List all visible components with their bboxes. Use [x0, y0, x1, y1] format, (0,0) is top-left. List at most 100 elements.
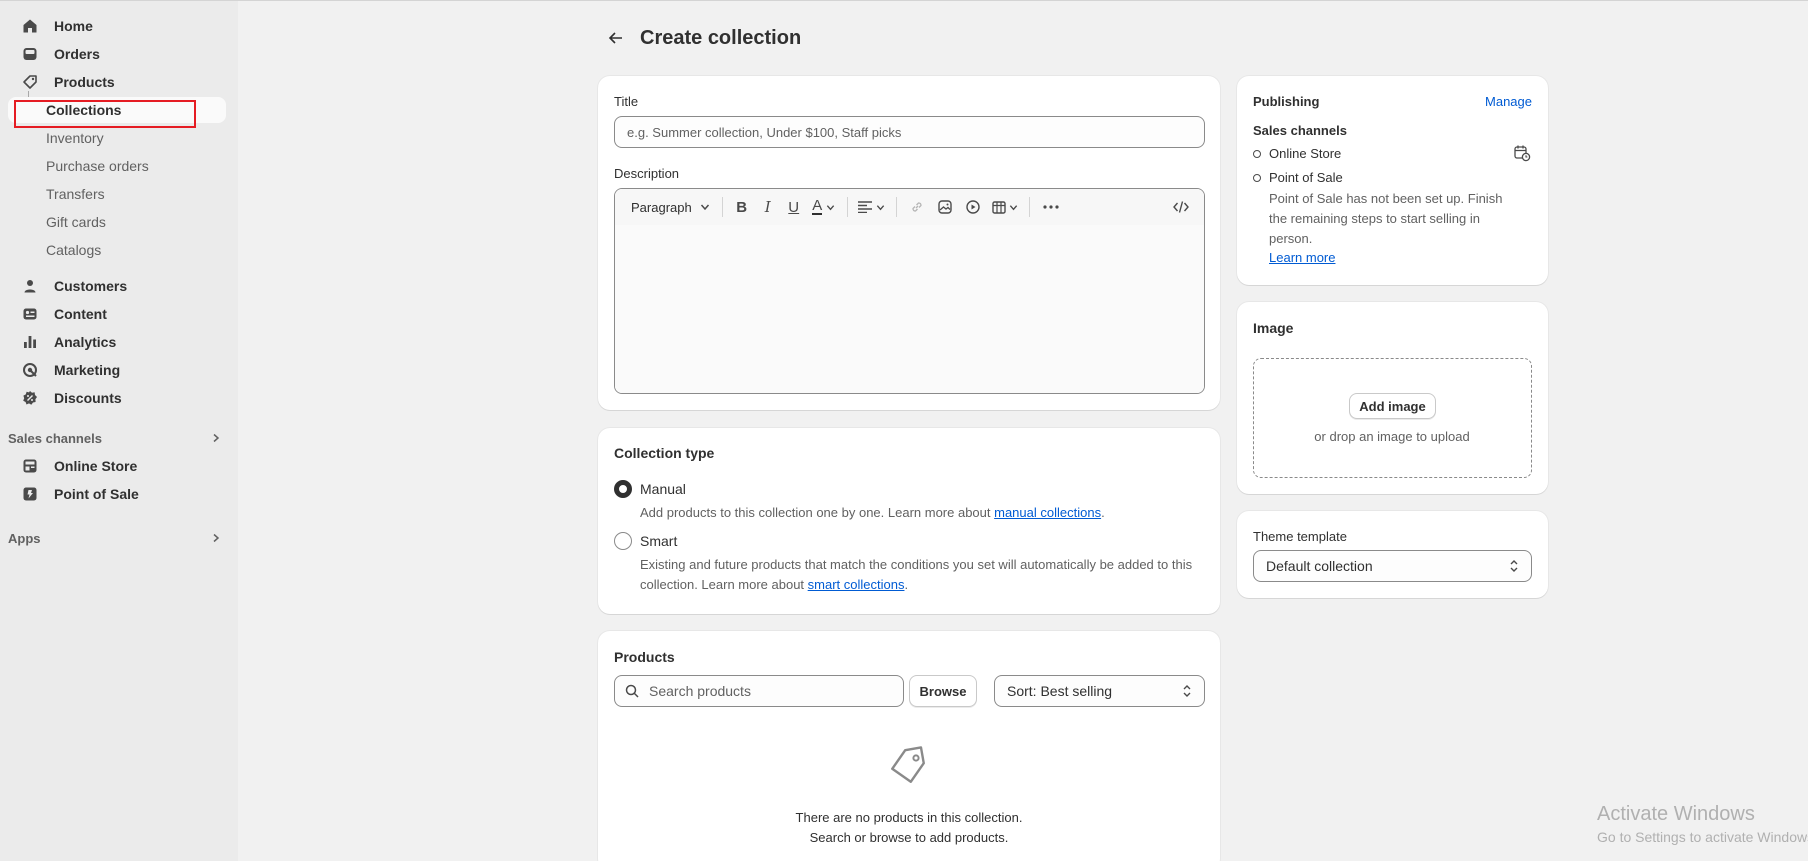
image-card: Image Add image or drop an image to uplo…: [1237, 302, 1548, 494]
manual-help-period: .: [1101, 505, 1105, 520]
underline-icon[interactable]: U: [781, 194, 807, 220]
theme-template-label: Theme template: [1253, 529, 1347, 544]
sidebar-item-orders[interactable]: Orders: [8, 41, 226, 67]
toolbar-separator: [1028, 197, 1030, 217]
empty-state-line-2: Search or browse to add products.: [809, 830, 1009, 845]
channel-status-dot: [1253, 150, 1261, 158]
sidebar-item-label: Products: [54, 74, 115, 90]
sales-channels-label: Sales channels: [1253, 123, 1347, 138]
sidebar-item-inventory[interactable]: Inventory: [8, 125, 226, 151]
inbox-icon: [20, 44, 40, 64]
format-select-value: Paragraph: [631, 199, 692, 215]
manual-help-text: Add products to this collection one by o…: [640, 505, 995, 520]
sales-channels-header[interactable]: Sales channels: [8, 427, 226, 449]
smart-label: Smart: [640, 533, 678, 549]
chart-icon: [20, 332, 40, 352]
sidebar-item-discounts[interactable]: Discounts: [8, 385, 226, 411]
sidebar-item-label: Customers: [54, 278, 128, 294]
channel-point-of-sale: Point of Sale: [1269, 170, 1343, 185]
content-icon: [20, 304, 40, 324]
link-icon[interactable]: [903, 194, 931, 220]
theme-template-card: Theme template Default collection: [1237, 511, 1548, 598]
italic-icon[interactable]: I: [755, 194, 781, 220]
manual-radio[interactable]: [614, 480, 632, 498]
image-icon[interactable]: [931, 194, 959, 220]
sidebar-item-label: Content: [54, 306, 107, 322]
editor-body[interactable]: [615, 225, 1204, 393]
sidebar-item-content[interactable]: Content: [8, 301, 226, 327]
target-icon: [20, 360, 40, 380]
sidebar: Home Orders Products Collections Invento…: [0, 1, 238, 861]
smart-radio[interactable]: [614, 532, 632, 550]
home-icon: [20, 16, 40, 36]
drop-image-text: or drop an image to upload: [1314, 429, 1470, 444]
section-label: Sales channels: [8, 430, 102, 446]
sidebar-item-label: Discounts: [54, 390, 122, 406]
description-editor: Paragraph B I U A: [614, 188, 1205, 394]
toolbar-separator: [895, 197, 897, 217]
align-icon[interactable]: [854, 194, 890, 220]
sidebar-item-marketing[interactable]: Marketing: [8, 357, 226, 383]
collection-type-heading: Collection type: [614, 445, 715, 461]
smart-collections-link[interactable]: smart collections: [808, 577, 905, 592]
smart-help-text: collection. Learn more about: [640, 577, 808, 592]
search-products-input[interactable]: Search products: [614, 675, 904, 707]
products-card: Products Search products Browse Sort: Be…: [598, 631, 1220, 861]
learn-more-link[interactable]: Learn more: [1269, 250, 1335, 265]
sidebar-item-point-of-sale[interactable]: Point of Sale: [8, 481, 226, 507]
apps-header[interactable]: Apps: [8, 527, 226, 549]
sidebar-item-label: Home: [54, 18, 93, 34]
title-label: Title: [614, 94, 639, 109]
more-options-icon[interactable]: [1036, 194, 1066, 220]
sidebar-item-purchase-orders[interactable]: Purchase orders: [8, 153, 226, 179]
format-select[interactable]: Paragraph: [631, 194, 716, 220]
sidebar-item-label: Analytics: [54, 334, 117, 350]
smart-help-line-1: Existing and future products that match …: [640, 557, 1193, 572]
image-dropzone[interactable]: Add image or drop an image to upload: [1253, 358, 1532, 478]
bold-icon[interactable]: B: [729, 194, 755, 220]
manual-label: Manual: [640, 481, 686, 497]
pos-note-line-3: person.: [1269, 231, 1313, 246]
sidebar-item-online-store[interactable]: Online Store: [8, 453, 226, 479]
video-icon[interactable]: [959, 194, 987, 220]
sidebar-item-gift-cards[interactable]: Gift cards: [8, 209, 226, 235]
back-arrow-icon[interactable]: [602, 24, 630, 52]
page-title: Create collection: [640, 26, 802, 49]
chevron-down-icon: [700, 204, 709, 211]
description-label: Description: [614, 166, 680, 181]
smart-help-line-2: collection. Learn more about smart colle…: [640, 575, 908, 595]
title-input[interactable]: e.g. Summer collection, Under $100, Staf…: [614, 116, 1205, 148]
add-image-button[interactable]: Add image: [1349, 393, 1436, 419]
sidebar-item-label: Orders: [54, 46, 100, 62]
sidebar-item-transfers[interactable]: Transfers: [8, 181, 226, 207]
image-heading: Image: [1253, 320, 1294, 336]
sidebar-item-customers[interactable]: Customers: [8, 273, 226, 299]
select-arrows-icon: [1510, 560, 1518, 572]
products-heading: Products: [614, 649, 675, 665]
section-label: Apps: [8, 530, 41, 546]
sidebar-item-products[interactable]: Products: [8, 69, 226, 95]
table-icon[interactable]: [987, 194, 1023, 220]
sidebar-item-label: Transfers: [46, 186, 105, 202]
smart-help-period: .: [904, 577, 909, 592]
sidebar-item-catalogs[interactable]: Catalogs: [8, 237, 226, 263]
highlight-box: [14, 100, 196, 128]
pos-note-line-1: Point of Sale has not been set up. Finis…: [1269, 191, 1503, 206]
schedule-icon[interactable]: [1513, 144, 1531, 162]
publishing-card: Publishing Manage Sales channels Online …: [1237, 76, 1548, 285]
empty-state-line-1: There are no products in this collection…: [795, 810, 1023, 825]
text-color-icon[interactable]: A: [807, 194, 841, 220]
sidebar-item-home[interactable]: Home: [8, 13, 226, 39]
sort-select[interactable]: Sort: Best selling: [994, 675, 1205, 707]
chevron-right-icon: [206, 428, 226, 448]
theme-template-select[interactable]: Default collection: [1253, 550, 1532, 582]
empty-tag-icon: [891, 746, 925, 783]
sidebar-item-analytics[interactable]: Analytics: [8, 329, 226, 355]
manage-link[interactable]: Manage: [1485, 94, 1532, 109]
browse-button[interactable]: Browse: [909, 675, 977, 707]
toolbar-separator: [721, 197, 723, 217]
code-view-icon[interactable]: [1166, 194, 1196, 220]
manual-collections-link[interactable]: manual collections: [994, 505, 1101, 520]
tag-icon: [20, 72, 40, 92]
activate-windows-subtitle: Go to Settings to activate Windows.: [1597, 829, 1808, 845]
